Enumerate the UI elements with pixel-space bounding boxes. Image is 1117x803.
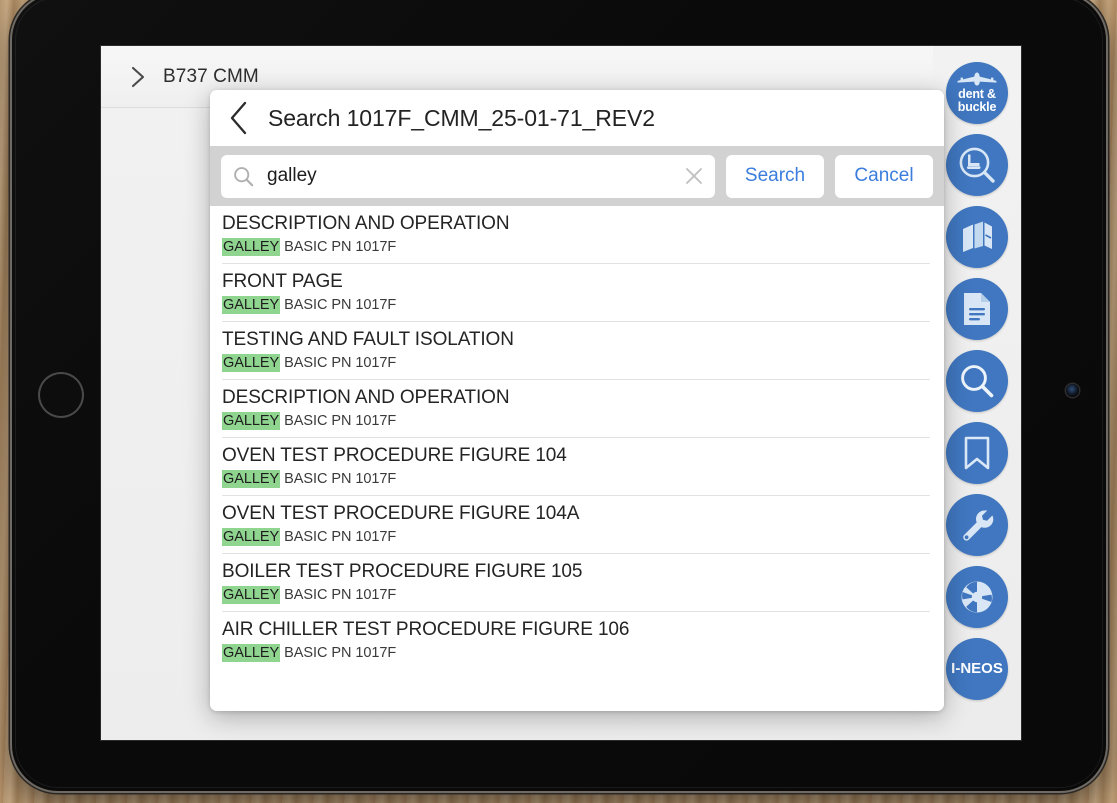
result-match-highlight: GALLEY [222, 296, 281, 315]
result-row[interactable]: OVEN TEST PROCEDURE FIGURE 104A GALLEY BA… [210, 496, 944, 554]
search-modal: Search 1017F_CMM_25-01-71_REV2 galley Se… [210, 90, 944, 711]
chevron-right-icon[interactable] [125, 64, 151, 90]
result-title: FRONT PAGE [222, 270, 343, 292]
cancel-button[interactable]: Cancel [835, 154, 933, 198]
result-subtitle-text: BASIC PN 1017F [280, 471, 397, 488]
result-subtitle-text: BASIC PN 1017F [280, 239, 397, 256]
result-subtitle: GALLEY BASIC PN 1017F [222, 238, 944, 257]
result-subtitle-text: BASIC PN 1017F [280, 587, 397, 604]
rail-item-seat-inspection[interactable] [946, 134, 1008, 196]
result-subtitle: GALLEY BASIC PN 1017F [222, 586, 944, 605]
search-button[interactable]: Search [726, 154, 824, 198]
search-input-wrapper[interactable] [221, 154, 715, 198]
search-input[interactable] [265, 164, 683, 188]
result-match-highlight: GALLEY [222, 470, 281, 489]
wrench-icon [959, 507, 995, 543]
document-icon [960, 290, 994, 328]
result-subtitle: GALLEY BASIC PN 1017F [222, 644, 944, 663]
scene: B737 CMM dent & buckle I-NEOS Search 101… [0, 0, 1117, 803]
bookmark-icon [962, 435, 992, 471]
result-match-highlight: GALLEY [222, 586, 281, 605]
modal-header: Search 1017F_CMM_25-01-71_REV2 [210, 90, 944, 146]
result-subtitle: GALLEY BASIC PN 1017F [222, 296, 944, 315]
result-title: BOILER TEST PROCEDURE FIGURE 105 [222, 560, 583, 582]
magnifier-icon [958, 362, 996, 400]
result-row[interactable]: AIR CHILLER TEST PROCEDURE FIGURE 106 GAL… [210, 612, 944, 670]
result-subtitle-text: BASIC PN 1017F [280, 355, 397, 372]
result-title: OVEN TEST PROCEDURE FIGURE 104A [222, 502, 580, 524]
breadcrumb-label[interactable]: B737 CMM [163, 66, 259, 88]
result-match-highlight: GALLEY [222, 528, 281, 547]
search-icon [233, 166, 254, 187]
result-subtitle-text: BASIC PN 1017F [280, 529, 397, 546]
result-row[interactable]: BOILER TEST PROCEDURE FIGURE 105 GALLEY B… [210, 554, 944, 612]
result-match-highlight: GALLEY [222, 644, 281, 663]
result-title: TESTING AND FAULT ISOLATION [222, 328, 514, 350]
result-subtitle-text: BASIC PN 1017F [280, 297, 397, 314]
result-row[interactable]: OVEN TEST PROCEDURE FIGURE 104 GALLEY BAS… [210, 438, 944, 496]
result-title: DESCRIPTION AND OPERATION [222, 212, 510, 234]
rail-label-i-neos: I-NEOS [951, 660, 1003, 678]
rail-item-camera[interactable] [946, 566, 1008, 628]
aperture-icon [958, 578, 996, 616]
result-match-highlight: GALLEY [222, 354, 281, 373]
rail-item-manuals[interactable] [946, 206, 1008, 268]
result-match-highlight: GALLEY [222, 412, 281, 431]
rail-label-buckle: buckle [957, 100, 997, 114]
result-subtitle: GALLEY BASIC PN 1017F [222, 354, 944, 373]
result-title: OVEN TEST PROCEDURE FIGURE 104 [222, 444, 567, 466]
result-subtitle: GALLEY BASIC PN 1017F [222, 412, 944, 431]
result-title: AIR CHILLER TEST PROCEDURE FIGURE 106 [222, 618, 630, 640]
result-subtitle: GALLEY BASIC PN 1017F [222, 528, 944, 547]
result-row[interactable]: DESCRIPTION AND OPERATION GALLEY BASIC PN… [210, 380, 944, 438]
rail-item-search[interactable] [946, 350, 1008, 412]
search-results-list: DESCRIPTION AND OPERATION GALLEY BASIC PN… [210, 206, 944, 711]
rail-item-bookmarks[interactable] [946, 422, 1008, 484]
home-button[interactable] [38, 372, 84, 418]
icon-rail: dent & buckle I-NEOS [933, 46, 1021, 740]
clear-x-icon[interactable] [683, 165, 705, 187]
result-row[interactable]: TESTING AND FAULT ISOLATION GALLEY BASIC … [210, 322, 944, 380]
rail-item-i-neos[interactable]: I-NEOS [946, 638, 1008, 700]
tablet-device: B737 CMM dent & buckle I-NEOS Search 101… [12, 0, 1106, 791]
front-camera-icon [1066, 384, 1079, 397]
seat-magnifier-icon [957, 145, 997, 185]
search-bar: Search Cancel [210, 146, 944, 206]
result-row[interactable]: FRONT PAGE GALLEY BASIC PN 1017F [210, 264, 944, 322]
rail-item-tools[interactable] [946, 494, 1008, 556]
books-icon [958, 218, 996, 256]
airplane-icon [957, 72, 997, 87]
result-row[interactable]: DESCRIPTION AND OPERATION GALLEY BASIC PN… [210, 206, 944, 264]
result-match-highlight: GALLEY [222, 238, 281, 257]
result-subtitle-text: BASIC PN 1017F [280, 413, 397, 430]
rail-item-documents[interactable] [946, 278, 1008, 340]
result-subtitle-text: BASIC PN 1017F [280, 645, 397, 662]
tablet-screen: B737 CMM dent & buckle I-NEOS Search 101… [101, 46, 1021, 740]
modal-title: Search 1017F_CMM_25-01-71_REV2 [268, 104, 655, 131]
rail-item-dent-and-buckle[interactable]: dent & buckle [946, 62, 1008, 124]
result-subtitle: GALLEY BASIC PN 1017F [222, 470, 944, 489]
result-title: DESCRIPTION AND OPERATION [222, 386, 510, 408]
back-chevron-icon[interactable] [224, 101, 254, 135]
